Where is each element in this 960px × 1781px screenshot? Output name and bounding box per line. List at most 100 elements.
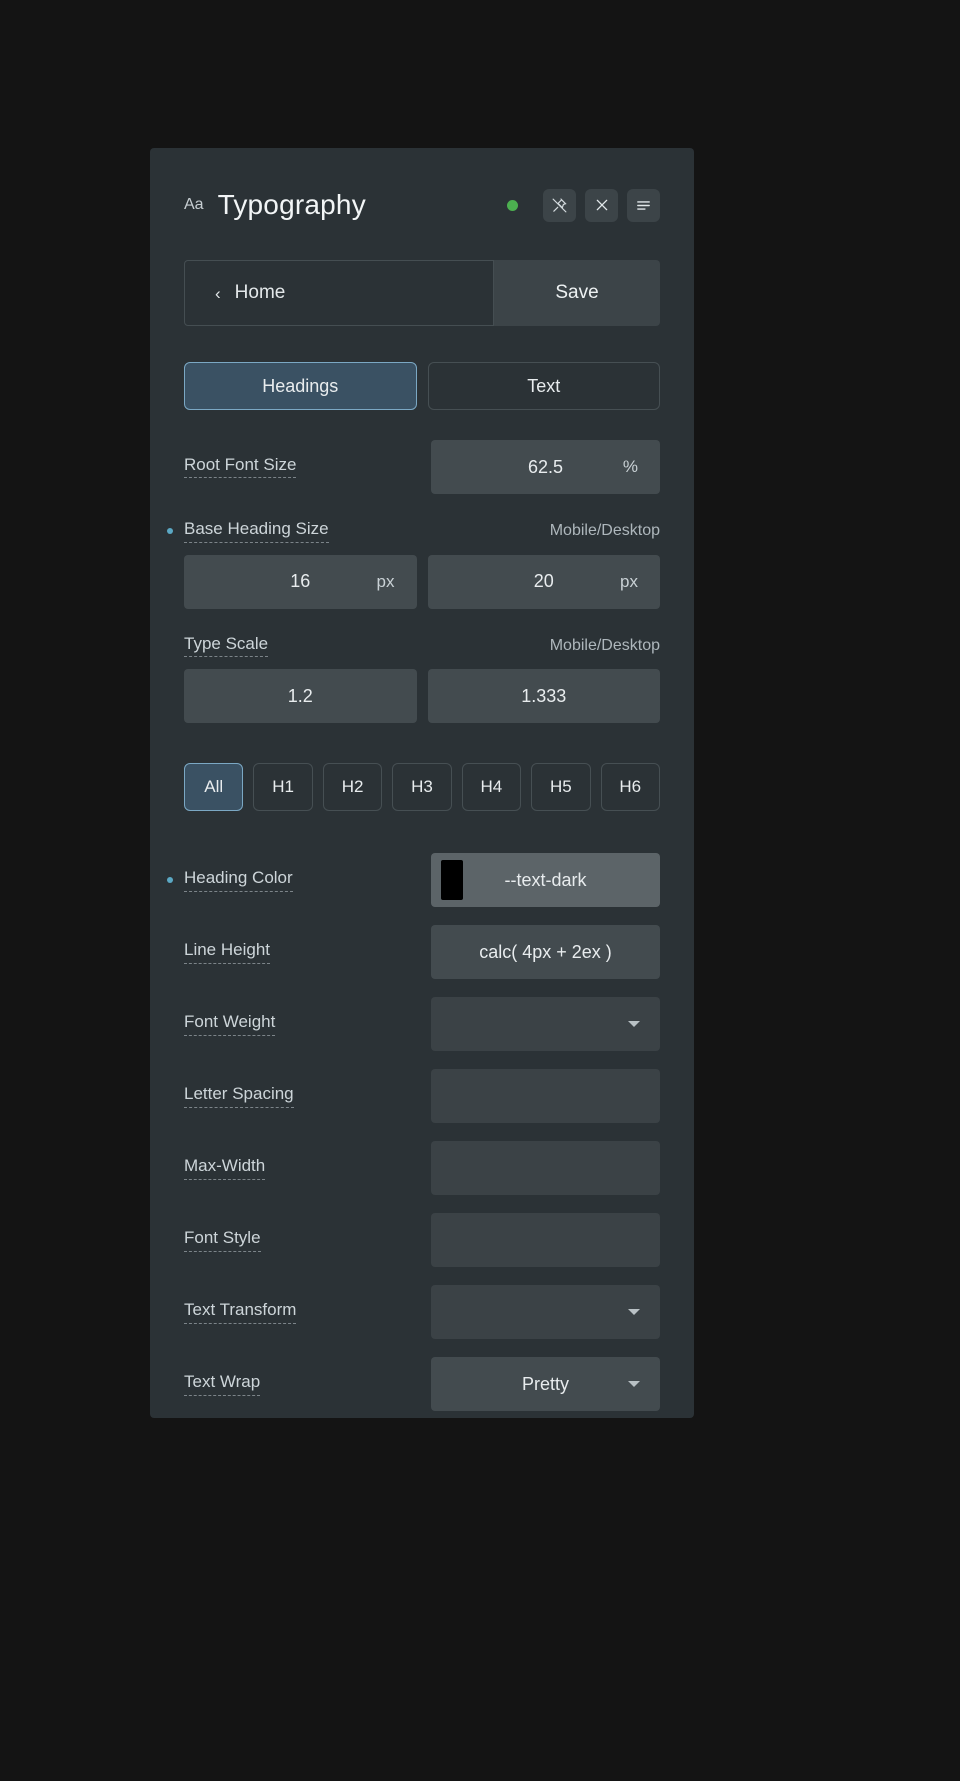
row-font-weight: Font Weight — [184, 997, 660, 1052]
heading-level-h2[interactable]: H2 — [322, 763, 383, 812]
row-max-width: Max-Width — [184, 1141, 660, 1196]
section-tabs: Headings Text — [184, 362, 660, 410]
text-transform-label: Text Transform — [184, 1300, 297, 1324]
root-font-size-label-wrap: Root Font Size — [184, 455, 422, 479]
heading-level-all-label: All — [204, 777, 224, 797]
base-heading-size-label-wrap: Base Heading Size — [167, 519, 422, 543]
type-scale-inputs: 1.2 1.333 — [184, 669, 660, 724]
max-width-input[interactable] — [431, 1141, 660, 1196]
typography-panel: Aa Typography ‹ Home Save Headings Text … — [150, 148, 694, 1418]
home-back-button[interactable]: ‹ Home — [184, 260, 494, 326]
heading-level-h6-label: H6 — [619, 777, 642, 797]
tab-text[interactable]: Text — [427, 362, 660, 410]
font-style-label-wrap: Font Style — [184, 1228, 422, 1252]
root-font-size-unit: % — [622, 457, 638, 476]
letter-spacing-label: Letter Spacing — [184, 1084, 294, 1108]
heading-color-value: --text-dark — [504, 869, 587, 890]
text-wrap-label: Text Wrap — [184, 1372, 261, 1396]
pin-off-button[interactable] — [543, 188, 576, 222]
root-font-size-value: 62.5 — [527, 456, 564, 477]
pin-off-icon — [552, 197, 567, 212]
page-title: Typography — [217, 189, 366, 220]
type-scale-desktop-input[interactable]: 1.333 — [427, 669, 660, 724]
type-scale-mobile-input[interactable]: 1.2 — [184, 669, 417, 724]
chevron-down-icon — [628, 1021, 640, 1028]
panel-header: Aa Typography — [184, 148, 660, 256]
row-heading-color: Heading Color --text-dark — [167, 853, 660, 908]
text-transform-label-wrap: Text Transform — [184, 1300, 422, 1324]
heading-level-picker: All H1 H2 H3 H4 H5 H6 — [184, 763, 660, 812]
base-heading-size-mobile-value: 16 — [290, 571, 311, 592]
base-heading-size-desktop-unit: px — [620, 571, 638, 591]
heading-level-h1[interactable]: H1 — [253, 763, 313, 812]
heading-color-label-wrap: Heading Color — [167, 868, 422, 892]
base-heading-size-mobile-unit: px — [376, 571, 395, 591]
font-style-label: Font Style — [184, 1228, 261, 1252]
text-wrap-label-wrap: Text Wrap — [184, 1372, 422, 1396]
heading-level-h3[interactable]: H3 — [392, 763, 452, 812]
letter-spacing-input[interactable] — [431, 1069, 660, 1124]
chevron-left-icon: ‹ — [215, 283, 221, 303]
color-swatch[interactable] — [441, 860, 463, 901]
heading-level-h1-label: H1 — [272, 777, 294, 797]
chevron-down-icon — [628, 1309, 640, 1316]
text-wrap-value: Pretty — [521, 1373, 569, 1394]
save-label: Save — [555, 282, 599, 303]
base-heading-size-desktop-input[interactable]: 20 px — [427, 554, 660, 609]
modified-indicator-dot — [167, 528, 173, 535]
row-line-height: Line Height calc( 4px + 2ex ) — [184, 925, 660, 980]
heading-level-h4-label: H4 — [480, 777, 503, 797]
type-scale-caption: Mobile/Desktop — [549, 637, 660, 655]
home-label: Home — [234, 282, 286, 303]
row-text-wrap: Text Wrap Pretty — [184, 1357, 660, 1412]
letter-spacing-label-wrap: Letter Spacing — [184, 1084, 422, 1108]
row-letter-spacing: Letter Spacing — [184, 1069, 660, 1124]
base-heading-size-mobile-input[interactable]: 16 px — [184, 554, 417, 609]
status-indicator-dot — [507, 199, 518, 211]
root-font-size-label: Root Font Size — [184, 455, 297, 479]
base-heading-size-desktop-value: 20 — [533, 571, 554, 592]
heading-level-h4[interactable]: H4 — [461, 763, 522, 812]
root-font-size-input[interactable]: 62.5 % — [431, 440, 660, 494]
text-wrap-select[interactable]: Pretty — [431, 1357, 660, 1412]
base-heading-size-caption: Mobile/Desktop — [549, 522, 660, 540]
modified-indicator-dot — [167, 877, 173, 884]
tab-headings-label: Headings — [262, 375, 339, 396]
heading-level-h6[interactable]: H6 — [600, 763, 660, 812]
heading-level-all[interactable]: All — [184, 763, 244, 812]
font-weight-select[interactable] — [431, 997, 660, 1052]
text-transform-select[interactable] — [431, 1285, 660, 1340]
row-type-scale: Type Scale Mobile/Desktop — [184, 634, 660, 658]
row-base-heading-size: Base Heading Size Mobile/Desktop — [167, 519, 660, 543]
line-height-label: Line Height — [184, 940, 271, 964]
type-scale-desktop-value: 1.333 — [521, 685, 567, 706]
row-root-font-size: Root Font Size 62.5 % — [184, 440, 660, 494]
font-style-input[interactable] — [431, 1213, 660, 1268]
nav-row: ‹ Home Save — [184, 260, 660, 326]
heading-color-input[interactable]: --text-dark — [431, 853, 660, 908]
base-heading-size-inputs: 16 px 20 px — [184, 554, 660, 609]
chevron-down-icon — [628, 1381, 640, 1388]
heading-level-h2-label: H2 — [341, 777, 364, 797]
type-scale-label: Type Scale — [184, 634, 269, 658]
font-weight-label: Font Weight — [184, 1012, 276, 1036]
tab-headings[interactable]: Headings — [184, 362, 417, 410]
base-heading-size-label: Base Heading Size — [184, 519, 329, 543]
type-scale-mobile-value: 1.2 — [287, 685, 313, 706]
menu-button[interactable] — [627, 188, 660, 222]
max-width-label: Max-Width — [184, 1156, 266, 1180]
save-button[interactable]: Save — [494, 260, 660, 326]
heading-level-h3-label: H3 — [411, 777, 433, 797]
tab-text-label: Text — [527, 375, 561, 396]
line-height-input[interactable]: calc( 4px + 2ex ) — [431, 925, 660, 980]
close-button[interactable] — [585, 188, 618, 222]
max-width-label-wrap: Max-Width — [184, 1156, 422, 1180]
row-font-style: Font Style — [184, 1213, 660, 1268]
heading-level-h5[interactable]: H5 — [531, 763, 591, 812]
hamburger-menu-icon — [637, 200, 650, 210]
close-icon — [596, 199, 607, 211]
line-height-label-wrap: Line Height — [184, 940, 422, 964]
heading-color-label: Heading Color — [184, 868, 293, 892]
typography-aa-icon: Aa — [184, 196, 204, 213]
row-text-transform: Text Transform — [184, 1285, 660, 1340]
